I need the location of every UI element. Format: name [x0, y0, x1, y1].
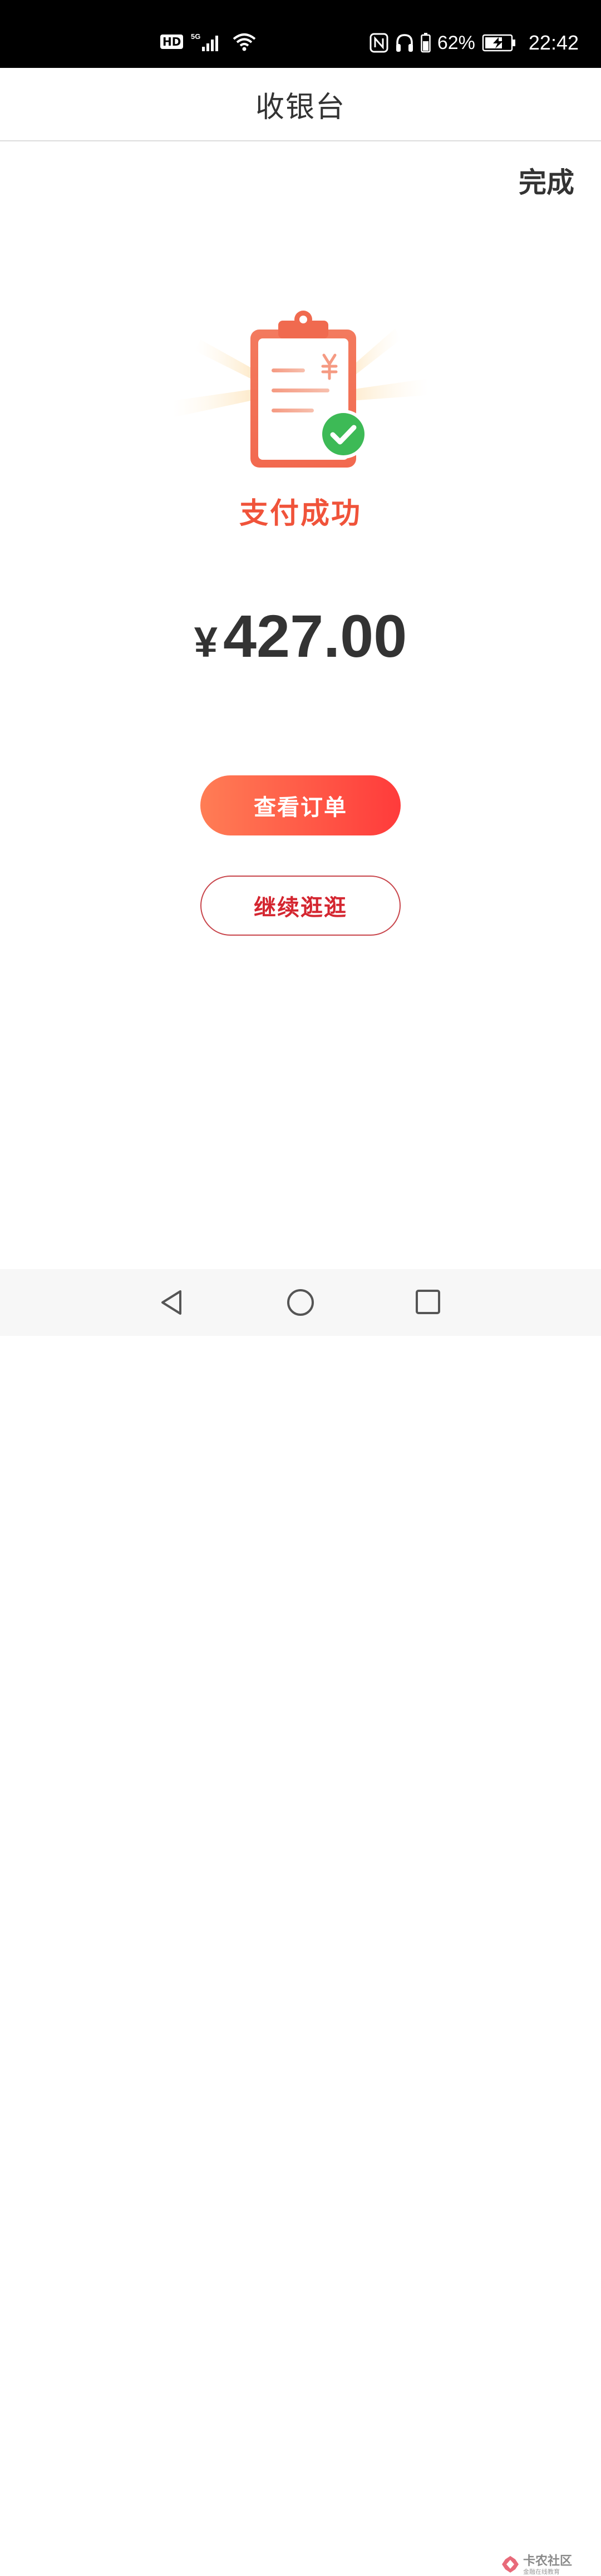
- nfc-icon: [370, 33, 388, 53]
- wifi-icon: [232, 32, 257, 51]
- page-title: 收银台: [255, 90, 346, 124]
- home-icon[interactable]: [285, 1287, 316, 1318]
- amount-value: 427.00: [223, 602, 407, 670]
- back-icon[interactable]: [158, 1288, 187, 1317]
- hd-icon: HD: [160, 35, 184, 49]
- watermark-logo-icon: [501, 2555, 520, 2576]
- watermark-subtitle: 金融在线教育: [523, 2568, 560, 2575]
- view-order-button[interactable]: 查看订单: [200, 775, 401, 835]
- payment-success-text: 支付成功: [239, 497, 362, 530]
- status-right-group: 62% 22:42: [370, 31, 579, 55]
- watermark: 卡农社区 金融在线教育: [501, 2555, 572, 2576]
- continue-shopping-button[interactable]: 继续逛逛: [200, 876, 401, 936]
- headphones-icon: [395, 33, 414, 53]
- currency-symbol: ¥: [194, 619, 218, 666]
- status-left-group: HD 5G: [160, 32, 257, 51]
- title-bar: 收银台: [0, 68, 601, 141]
- system-nav-bar: 卡农社区 金融在线教育: [0, 1269, 601, 2575]
- amount-row: ¥ 427.00: [0, 601, 601, 671]
- svg-text:5G: 5G: [191, 32, 200, 41]
- signal-5g-icon: 5G: [191, 32, 224, 51]
- battery-icon: [421, 33, 431, 53]
- status-bar: HD 5G 62% 22:42: [0, 0, 601, 68]
- clock: 22:42: [528, 31, 579, 54]
- watermark-title: 卡农社区: [523, 2554, 573, 2568]
- charging-icon: [482, 34, 516, 52]
- battery-percent: 62%: [437, 32, 475, 53]
- recent-apps-icon[interactable]: [414, 1288, 442, 1316]
- clipboard-success-icon: [173, 306, 428, 468]
- done-button[interactable]: 完成: [519, 160, 574, 200]
